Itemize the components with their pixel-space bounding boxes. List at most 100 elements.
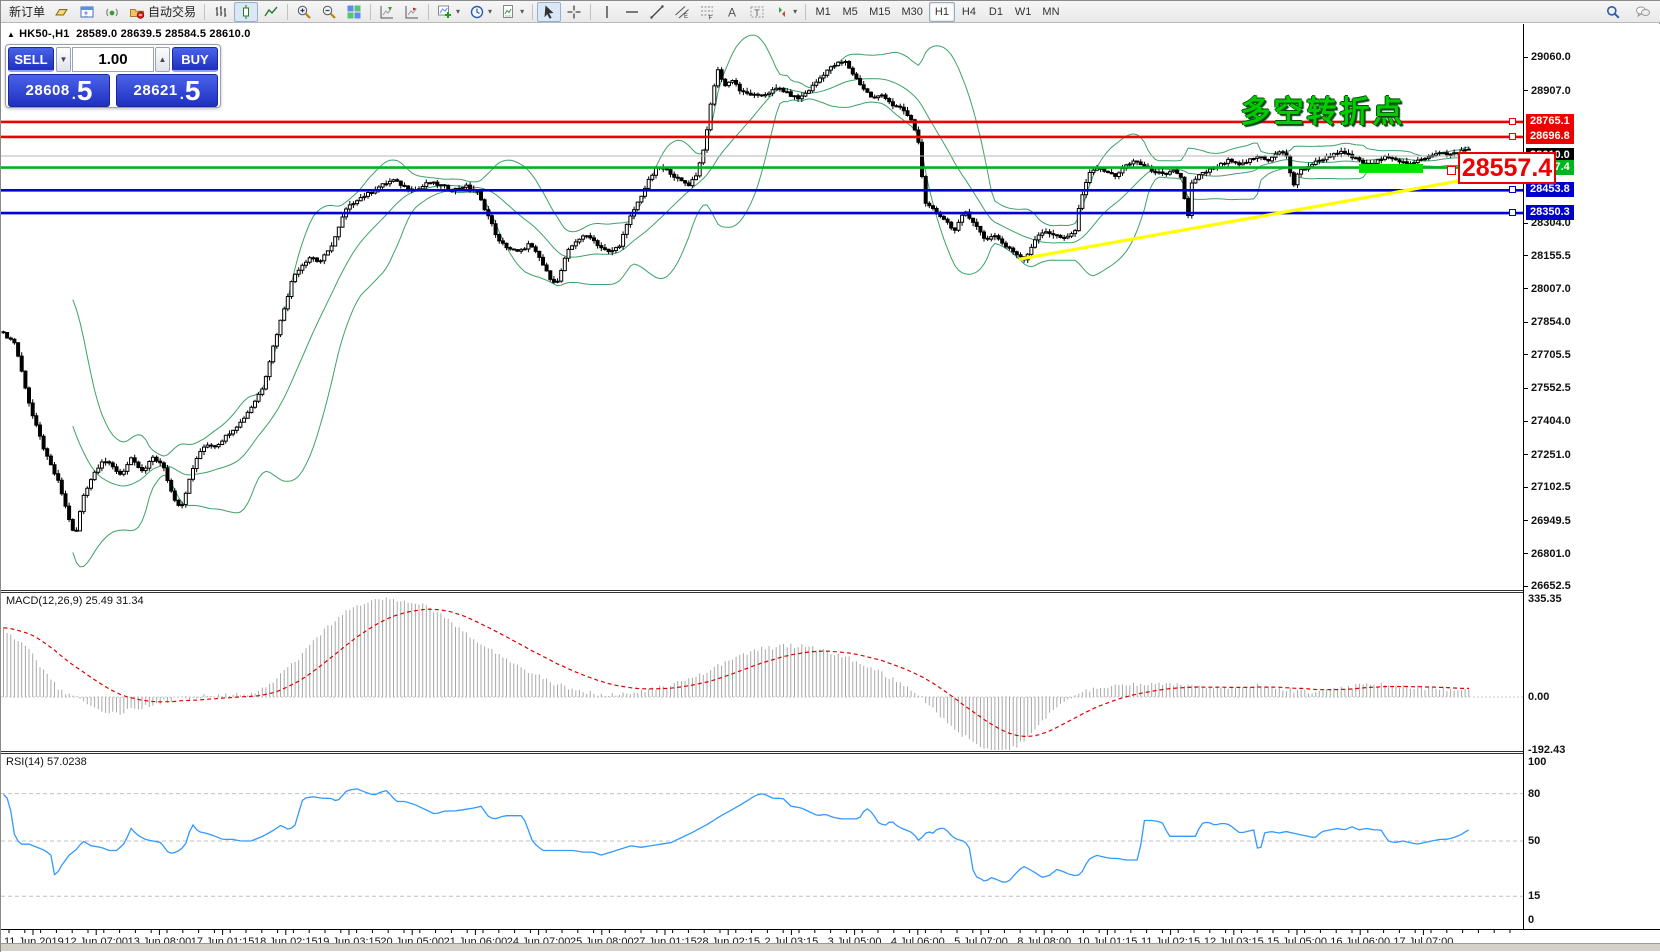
auto-trading-label: 自动交易: [148, 5, 197, 19]
candlestick-mode-button[interactable]: [234, 1, 259, 22]
price-axis-tick: 26949.5: [1524, 514, 1571, 528]
chat-icon: [1635, 4, 1651, 20]
rsi-axis-tick: 50: [1528, 835, 1541, 847]
arrows-icon: [774, 4, 790, 20]
zoom-out-button[interactable]: [317, 2, 341, 22]
toolbar-separator: [428, 3, 430, 20]
timeframe-h1-button[interactable]: H1: [928, 1, 955, 22]
zoomin-icon: [296, 4, 312, 20]
toolbar-separator: [287, 3, 289, 20]
level-price-label: 28696.8: [1526, 128, 1574, 144]
level-line-handle[interactable]: [1509, 117, 1516, 125]
macd-indicator-pane[interactable]: [1, 592, 1523, 752]
green-highlight-zone: [1359, 163, 1423, 173]
sell-price-main: 28608: [25, 82, 70, 99]
templates-button[interactable]: ▾: [497, 2, 528, 22]
auto-trading-button[interactable]: 自动交易: [125, 2, 200, 22]
indicators-button[interactable]: ▾: [433, 2, 464, 22]
timeframe-m30-button[interactable]: M30: [897, 2, 928, 22]
signal-icon: [104, 4, 120, 20]
chevron-down-icon: ▾: [520, 7, 525, 16]
data-window-button[interactable]: [75, 2, 99, 22]
search-button[interactable]: [1601, 2, 1625, 22]
level-line-handle[interactable]: [1509, 209, 1516, 217]
tile-windows-button[interactable]: [342, 2, 366, 22]
sell-button[interactable]: SELL: [8, 47, 54, 72]
crosshair-icon: [566, 4, 582, 20]
sell-price-button[interactable]: 28608 . 5: [8, 74, 110, 107]
tline-icon: [649, 4, 665, 20]
svg-text:E: E: [684, 14, 688, 20]
new-order-label: 新订单: [9, 5, 46, 19]
svg-text:A: A: [728, 5, 736, 19]
price-axis-tick: 28907.0: [1524, 84, 1571, 98]
navigator-button[interactable]: [100, 2, 124, 22]
chevron-down-icon: ▾: [488, 7, 493, 16]
channel-icon: E: [674, 4, 690, 20]
draw-channel-button[interactable]: E: [670, 2, 694, 22]
draw-trendline-button[interactable]: [645, 2, 669, 22]
buy-price-button[interactable]: 28621 . 5: [116, 74, 218, 107]
cursor-button[interactable]: [537, 1, 562, 22]
chart-window[interactable]: ▲ HK50-,H1 28589.0 28639.5 28584.5 28610.…: [1, 24, 1660, 952]
level-line-handle[interactable]: [1509, 132, 1516, 140]
new-order-button[interactable]: 新订单: [5, 2, 49, 22]
chart-text-annotation[interactable]: 多空转折点: [1233, 87, 1413, 131]
bull-candles: [78, 61, 1471, 532]
shift-icon: [379, 4, 395, 20]
volume-decrease-button[interactable]: ▼: [56, 47, 71, 72]
draw-vline-button[interactable]: [595, 2, 619, 22]
zoomout-icon: [321, 4, 337, 20]
timeframe-d1-button[interactable]: D1: [983, 2, 1009, 22]
draw-fibonacci-button[interactable]: F: [695, 2, 719, 22]
timeframe-m5-button[interactable]: M5: [837, 2, 863, 22]
timeframe-h4-button[interactable]: H4: [956, 2, 982, 22]
window-icon: [79, 4, 95, 20]
macd-axis-tick: 335.35: [1528, 592, 1562, 605]
level-price-label: 28453.8: [1526, 182, 1574, 198]
auto-scroll-button[interactable]: [400, 2, 424, 22]
price-axis-tick: 26801.0: [1524, 547, 1571, 561]
bear-candles: [1, 61, 1460, 532]
pane-separator[interactable]: [1, 590, 1523, 593]
price-axis-tick: 26652.5: [1524, 579, 1571, 593]
draw-label-button[interactable]: T: [745, 2, 769, 22]
zoom-in-button[interactable]: [292, 2, 316, 22]
line-chart-mode-button[interactable]: [259, 2, 283, 22]
collapse-panel-icon[interactable]: ▲: [7, 30, 15, 39]
draw-hline-button[interactable]: [620, 2, 644, 22]
one-click-trading-panel: SELL ▼ 1.00 ▲ BUY 28608 . 5 28621 . 5: [5, 44, 221, 108]
textA-icon: A: [724, 4, 740, 20]
buy-price-frac: 5: [184, 74, 201, 106]
timeframe-m15-button[interactable]: M15: [864, 2, 895, 22]
level-line-handle[interactable]: [1509, 186, 1516, 194]
volume-input[interactable]: 1.00: [72, 47, 154, 72]
volume-increase-button[interactable]: ▲: [155, 47, 170, 72]
pane-separator[interactable]: [1, 751, 1523, 754]
sell-price-frac: 5: [76, 74, 93, 106]
timeframe-m1-button[interactable]: M1: [810, 2, 836, 22]
vline-icon: [599, 4, 615, 20]
price-level-tag[interactable]: 28557.4: [1447, 152, 1556, 184]
timeframe-mn-button[interactable]: MN: [1037, 2, 1064, 22]
buy-button[interactable]: BUY: [172, 47, 218, 72]
chat-button[interactable]: [1631, 2, 1655, 22]
template-icon: [501, 4, 517, 20]
folder-icon: [129, 4, 145, 20]
market-watch-button[interactable]: [50, 2, 74, 22]
price-axis-tick: 27552.5: [1524, 381, 1571, 395]
toolbar-separator: [590, 3, 592, 20]
time-tick-marks: [8, 930, 1511, 935]
price-axis-tick: 27854.0: [1524, 315, 1571, 329]
periods-button[interactable]: ▾: [465, 2, 496, 22]
bar-chart-mode-button[interactable]: [209, 2, 233, 22]
bollinger-middle-band: [72, 78, 1469, 487]
rsi-indicator-pane[interactable]: [1, 753, 1523, 929]
timeframe-w1-button[interactable]: W1: [1010, 2, 1037, 22]
draw-arrows-button[interactable]: ▾: [770, 2, 801, 22]
chart-shift-button[interactable]: [375, 2, 399, 22]
draw-text-button[interactable]: A: [720, 2, 744, 22]
toolbar-separator: [805, 3, 807, 20]
crosshair-button[interactable]: [562, 2, 586, 22]
hline-icon: [624, 4, 640, 20]
